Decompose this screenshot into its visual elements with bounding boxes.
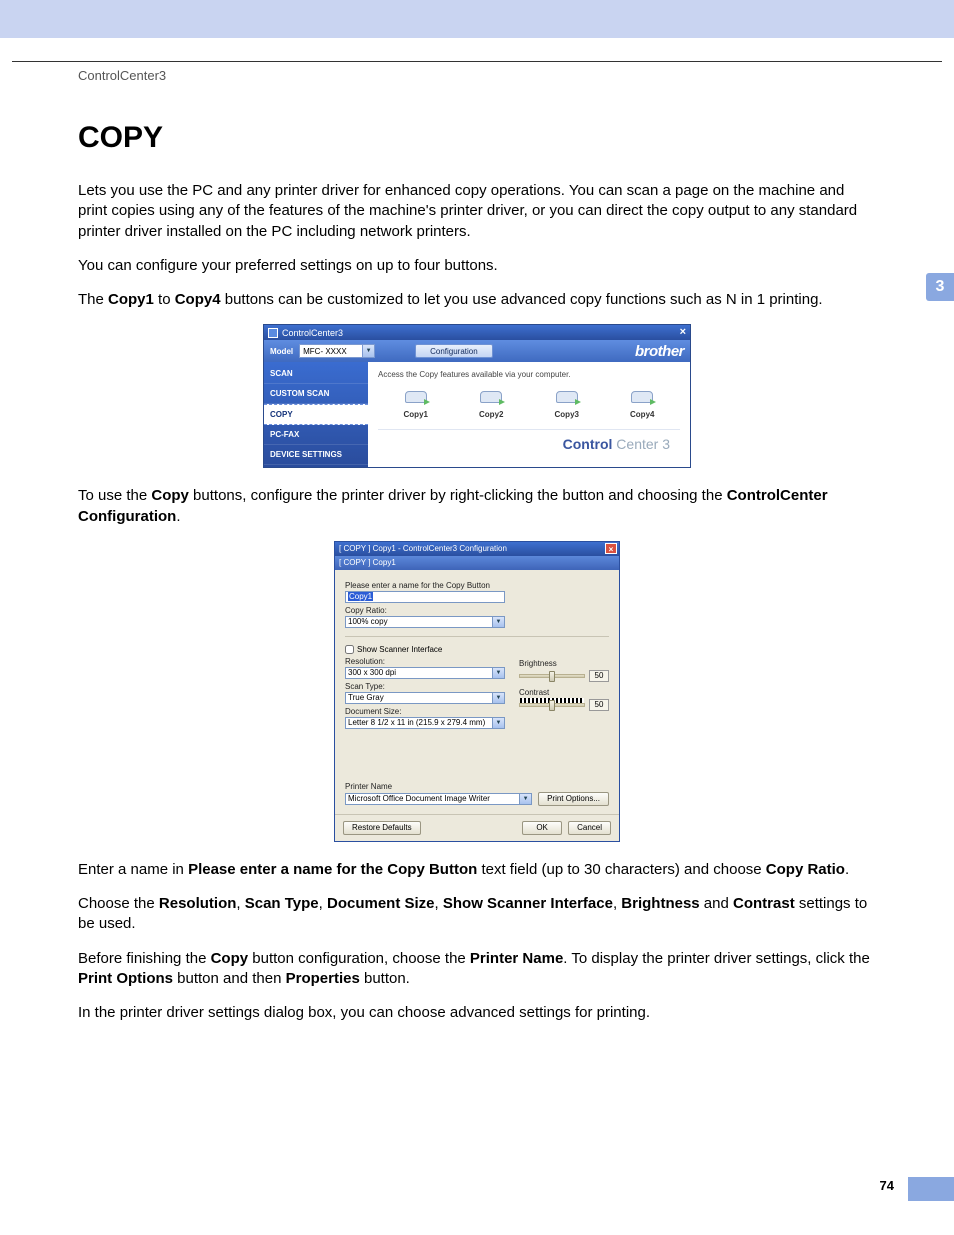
- cc-sidebar: SCAN CUSTOM SCAN COPY PC-FAX DEVICE SETT…: [264, 362, 368, 467]
- cc-title-text: ControlCenter3: [282, 328, 343, 338]
- controlcenter-window: ControlCenter3 × Model MFC- XXXX ▼ Confi…: [263, 324, 691, 468]
- para-5: Enter a name in Please enter a name for …: [78, 860, 876, 880]
- ok-button[interactable]: OK: [522, 821, 562, 835]
- scanner-icon: [629, 387, 655, 407]
- app-icon: [268, 328, 278, 338]
- page-number: 74: [880, 1178, 894, 1193]
- chevron-down-icon: ▼: [492, 718, 504, 728]
- para-6: Choose the Resolution, Scan Type, Docume…: [78, 894, 876, 935]
- chevron-down-icon: ▼: [519, 794, 531, 804]
- sidebar-item-pc-fax[interactable]: PC-FAX: [264, 425, 368, 445]
- brother-logo: brother: [635, 343, 684, 360]
- scanner-icon: [478, 387, 504, 407]
- cfg-titlebar[interactable]: [ COPY ] Copy1 - ControlCenter3 Configur…: [335, 542, 619, 556]
- para-4: To use the Copy buttons, configure the p…: [78, 486, 876, 527]
- restore-defaults-button[interactable]: Restore Defaults: [343, 821, 421, 835]
- para-7: Before finishing the Copy button configu…: [78, 949, 876, 990]
- cfg-title-text: [ COPY ] Copy1 - ControlCenter3 Configur…: [339, 544, 507, 553]
- close-icon[interactable]: ×: [680, 326, 686, 338]
- para-3: The Copy1 to Copy4 buttons can be custom…: [78, 290, 876, 310]
- brightness-label: Brightness: [519, 659, 609, 668]
- page-title: COPY: [78, 121, 876, 155]
- show-scanner-checkbox[interactable]: Show Scanner Interface: [345, 645, 505, 654]
- copy3-button[interactable]: Copy3: [554, 387, 580, 419]
- sidebar-item-scan[interactable]: SCAN: [264, 364, 368, 384]
- header-crumb: ControlCenter3: [78, 68, 954, 83]
- brightness-value: 50: [589, 670, 609, 682]
- print-options-button[interactable]: Print Options...: [538, 792, 609, 806]
- config-dialog: [ COPY ] Copy1 - ControlCenter3 Configur…: [334, 541, 620, 842]
- copy2-button[interactable]: Copy2: [478, 387, 504, 419]
- cfg-tabs[interactable]: [ COPY ] Copy1: [335, 556, 619, 570]
- copy4-button[interactable]: Copy4: [629, 387, 655, 419]
- chapter-tab: 3: [926, 273, 954, 301]
- scanner-icon: [403, 387, 429, 407]
- chevron-down-icon: ▼: [362, 345, 374, 357]
- sidebar-item-device-settings[interactable]: DEVICE SETTINGS: [264, 445, 368, 465]
- sidebar-item-copy[interactable]: COPY: [264, 404, 368, 425]
- type-label: Scan Type:: [345, 682, 505, 691]
- configuration-button[interactable]: Configuration: [415, 344, 493, 358]
- cc-footer-brand: Control Center 3: [378, 429, 680, 460]
- scanner-icon: [554, 387, 580, 407]
- size-label: Document Size:: [345, 707, 505, 716]
- sidebar-item-custom-scan[interactable]: CUSTOM SCAN: [264, 384, 368, 404]
- para-8: In the printer driver settings dialog bo…: [78, 1003, 876, 1023]
- brightness-slider[interactable]: [519, 674, 585, 678]
- chevron-down-icon: ▼: [492, 617, 504, 627]
- printer-name-label: Printer Name: [345, 782, 609, 791]
- contrast-slider[interactable]: [519, 703, 585, 707]
- cc-titlebar[interactable]: ControlCenter3 ×: [264, 325, 690, 340]
- copy1-button[interactable]: Copy1: [403, 387, 429, 419]
- model-select[interactable]: MFC- XXXX ▼: [299, 344, 375, 358]
- model-value: MFC- XXXX: [303, 347, 347, 356]
- close-icon[interactable]: ×: [605, 543, 617, 554]
- printer-select[interactable]: Microsoft Office Document Image Writer▼: [345, 793, 532, 805]
- doc-size-select[interactable]: Letter 8 1/2 x 11 in (215.9 x 279.4 mm)▼: [345, 717, 505, 729]
- chevron-down-icon: ▼: [492, 693, 504, 703]
- page-number-bar: [908, 1177, 954, 1201]
- name-input[interactable]: Copy1: [345, 591, 505, 603]
- chevron-down-icon: ▼: [492, 668, 504, 678]
- para-2: You can configure your preferred setting…: [78, 256, 876, 276]
- contrast-label: Contrast: [519, 688, 609, 697]
- resolution-select[interactable]: 300 x 300 dpi▼: [345, 667, 505, 679]
- scan-type-select[interactable]: True Gray▼: [345, 692, 505, 704]
- name-label: Please enter a name for the Copy Button: [345, 581, 609, 590]
- res-label: Resolution:: [345, 657, 505, 666]
- model-label: Model: [270, 347, 293, 356]
- cc-hint: Access the Copy features available via y…: [378, 370, 680, 379]
- ratio-label: Copy Ratio:: [345, 606, 609, 615]
- contrast-value: 50: [589, 699, 609, 711]
- cancel-button[interactable]: Cancel: [568, 821, 611, 835]
- cc-toolbar: Model MFC- XXXX ▼ Configuration brother: [264, 340, 690, 362]
- para-1: Lets you use the PC and any printer driv…: [78, 181, 876, 242]
- ratio-select[interactable]: 100% copy▼: [345, 616, 505, 628]
